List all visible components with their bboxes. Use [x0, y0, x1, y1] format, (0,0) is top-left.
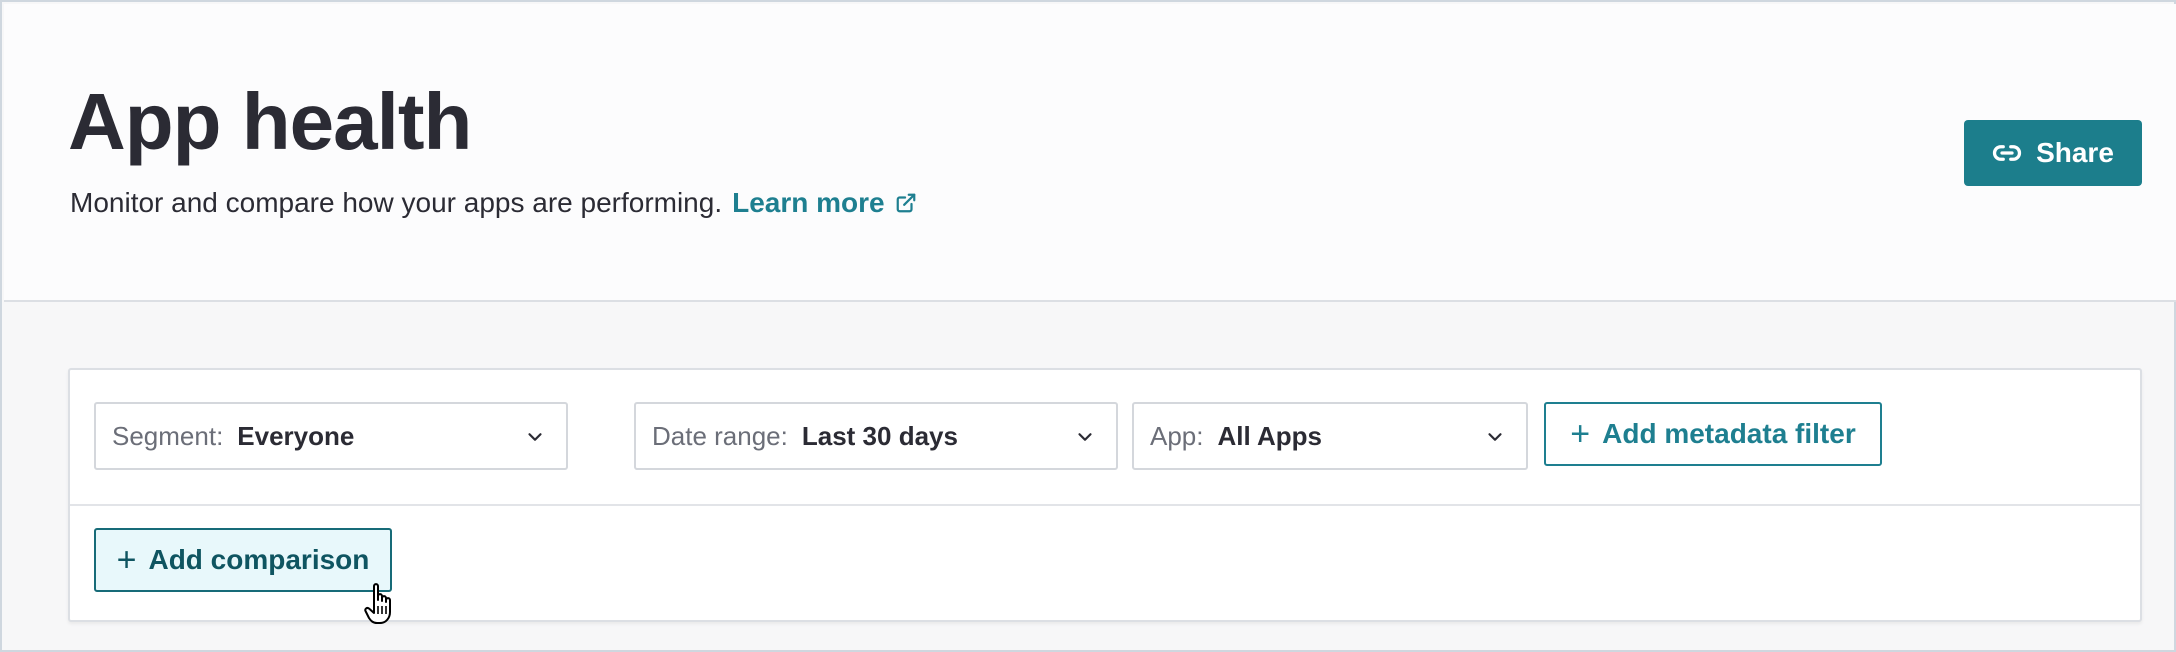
subtitle-text: Monitor and compare how your apps are pe…: [70, 187, 723, 218]
learn-more-label: Learn more: [732, 187, 885, 218]
share-label: Share: [2036, 137, 2114, 168]
date-range-label: Date range:: [652, 420, 788, 451]
app-window: App health Monitor and compare how your …: [0, 0, 2176, 652]
page-header: App health Monitor and compare how your …: [4, 4, 2176, 302]
filter-row: Segment: Everyone Date range: Last 30 da…: [70, 370, 2140, 506]
segment-label: Segment:: [112, 420, 224, 451]
add-metadata-filter-label: Add metadata filter: [1602, 418, 1856, 449]
plus-icon: +: [1570, 415, 1591, 453]
hand-pointer-icon: [364, 583, 391, 624]
share-button[interactable]: Share: [1964, 120, 2142, 186]
app-select[interactable]: App: All Apps: [1132, 402, 1528, 470]
chevron-down-icon: [528, 433, 542, 441]
add-comparison-label: Add comparison: [148, 544, 370, 575]
segment-value: Everyone: [237, 420, 355, 451]
add-comparison-button[interactable]: + Add comparison: [94, 528, 392, 592]
plus-icon: +: [116, 541, 137, 579]
segment-select[interactable]: Segment: Everyone: [94, 402, 568, 470]
external-link-icon: [896, 193, 915, 213]
date-range-select[interactable]: Date range: Last 30 days: [634, 402, 1118, 470]
chevron-down-icon: [1488, 433, 1502, 441]
learn-more-link[interactable]: Learn more: [732, 186, 917, 220]
page-subtitle: Monitor and compare how your apps are pe…: [70, 186, 917, 220]
add-metadata-filter-button[interactable]: + Add metadata filter: [1544, 402, 1882, 466]
app-value: All Apps: [1217, 420, 1322, 451]
app-label: App:: [1150, 420, 1204, 451]
link-icon: [1992, 145, 2022, 161]
page-title: App health: [68, 77, 472, 166]
date-range-value: Last 30 days: [801, 420, 958, 451]
chevron-down-icon: [1078, 433, 1092, 441]
